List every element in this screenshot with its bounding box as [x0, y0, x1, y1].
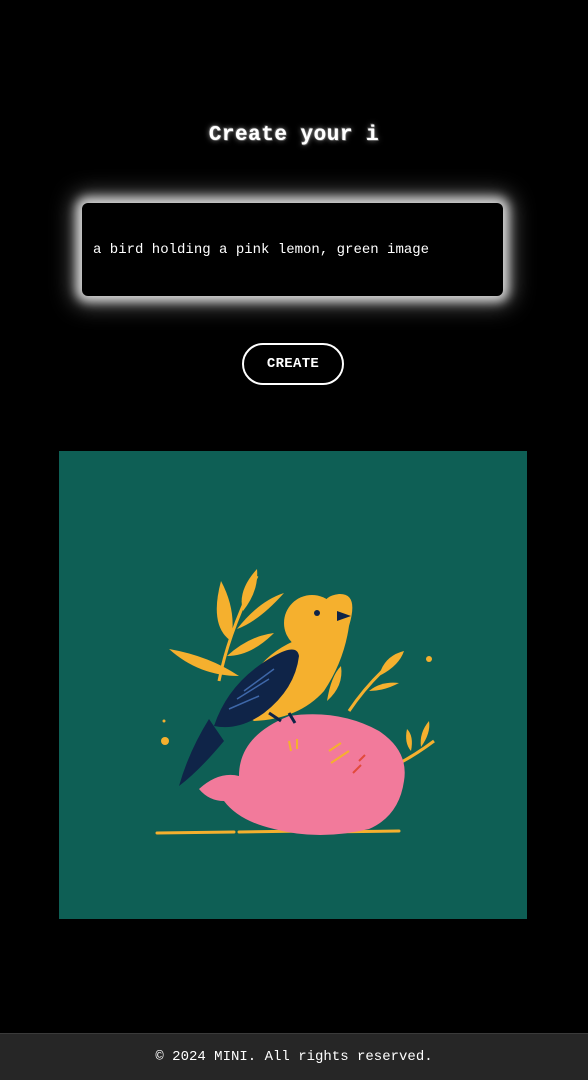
generated-image — [59, 451, 527, 919]
prompt-field-container — [82, 203, 503, 296]
footer: © 2024 MINI. All rights reserved. — [0, 1033, 588, 1080]
copyright-text: © 2024 MINI. All rights reserved. — [155, 1049, 433, 1065]
bird-lemon-illustration — [59, 451, 527, 919]
prompt-input[interactable] — [82, 203, 503, 296]
create-button[interactable]: CREATE — [242, 343, 344, 385]
page-title: Create your i — [208, 124, 380, 147]
